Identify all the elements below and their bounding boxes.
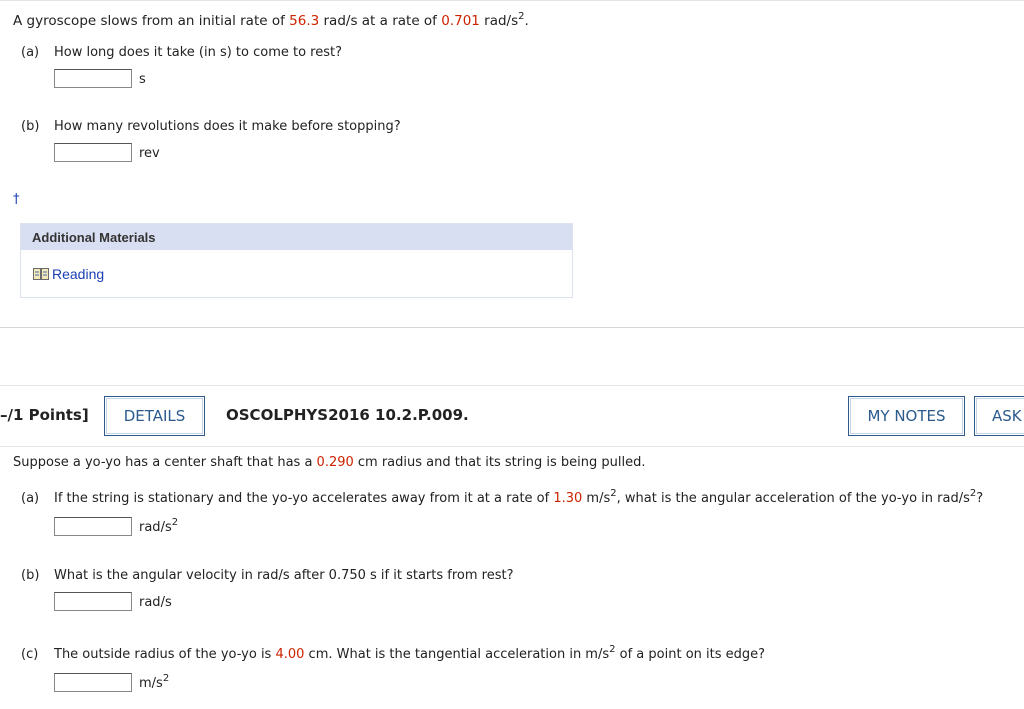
section-divider — [0, 327, 1024, 328]
q1-part-b-unit: rev — [139, 146, 160, 161]
q2-part-c-answer-input[interactable] — [54, 673, 132, 692]
book-icon — [33, 267, 49, 281]
q2-stem-text-end: cm radius and that its string is being p… — [353, 455, 646, 470]
q2-part-a-exponent-1: 2 — [610, 487, 617, 499]
q2-part-c-unit-text: m/s — [139, 676, 163, 691]
q2-part-c-label: (c) — [21, 647, 39, 662]
dagger-mark: † — [13, 192, 20, 207]
details-button[interactable]: DETAILS — [104, 396, 205, 436]
q2-stem-text: Suppose a yo-yo has a center shaft that … — [13, 455, 317, 470]
q1-stem-text-mid: rad/s at a rate of — [319, 13, 442, 29]
reading-link-label: Reading — [52, 266, 105, 282]
ask-button[interactable]: ASK — [974, 396, 1024, 436]
q2-shaft-radius: 0.290 — [316, 455, 354, 470]
q2-part-a-unit-text: rad/s — [139, 520, 172, 535]
q1-decel-rate: 0.701 — [441, 13, 480, 29]
q2-part-a-text: If the string is stationary and the yo-y… — [54, 487, 984, 506]
q2-part-a-unit-inline: m/s — [582, 491, 611, 506]
q1-part-a-label: (a) — [21, 45, 40, 60]
q2-header-bottom-border — [0, 446, 1024, 447]
q2-part-a-answer-input[interactable] — [54, 517, 132, 536]
q2-part-c-text-mid: cm. What is the tangential acceleration … — [304, 647, 610, 662]
q1-part-b-answer-input[interactable] — [54, 143, 132, 162]
q2-part-b-unit: rad/s — [139, 595, 172, 610]
reading-link[interactable]: Reading — [33, 266, 104, 282]
top-border — [0, 0, 1024, 1]
q2-part-b-answer-input[interactable] — [54, 592, 132, 611]
q1-stem-unit: rad/s — [479, 13, 519, 29]
q1-stem: A gyroscope slows from an initial rate o… — [13, 10, 529, 29]
q1-part-a-text: How long does it take (in s) to come to … — [54, 45, 343, 60]
q2-part-c-text: The outside radius of the yo-yo is 4.00 … — [54, 643, 766, 662]
q2-part-c-unit-exponent: 2 — [162, 672, 170, 684]
q2-part-a-unit: rad/s2 — [139, 516, 179, 535]
q2-points: –/1 Points] — [0, 406, 89, 424]
additional-materials-panel: Additional Materials Reading — [20, 223, 573, 298]
q2-part-a-unit-exponent: 2 — [171, 516, 179, 528]
my-notes-button[interactable]: MY NOTES — [848, 396, 965, 436]
q2-stem: Suppose a yo-yo has a center shaft that … — [13, 455, 645, 470]
q2-part-b-label: (b) — [21, 568, 40, 583]
q2-part-a-text-start: If the string is stationary and the yo-y… — [54, 491, 554, 506]
q2-part-c-radius: 4.00 — [275, 647, 305, 662]
q2-part-c-text-end: of a point on its edge? — [615, 647, 766, 662]
q2-part-a-qmark: ? — [976, 491, 984, 506]
q1-part-a-unit: s — [139, 72, 146, 87]
q1-stem-text: A gyroscope slows from an initial rate o… — [13, 13, 290, 29]
q2-header-top-border — [0, 385, 1024, 386]
q2-part-a-exponent-2: 2 — [969, 487, 977, 499]
q2-problem-code: OSCOLPHYS2016 10.2.P.009. — [226, 406, 469, 424]
q2-part-b-text: What is the angular velocity in rad/s af… — [54, 568, 514, 583]
q1-part-b-label: (b) — [21, 119, 40, 134]
q1-stem-exponent: 2 — [518, 10, 525, 22]
q1-part-b-text: How many revolutions does it make before… — [54, 119, 401, 134]
q2-part-c-unit: m/s2 — [139, 672, 170, 691]
q2-part-a-acceleration: 1.30 — [553, 491, 583, 506]
q1-initial-rate: 56.3 — [289, 13, 320, 29]
q1-stem-period: . — [524, 13, 529, 29]
q1-part-a-answer-input[interactable] — [54, 69, 132, 88]
additional-materials-title: Additional Materials — [21, 224, 572, 250]
q2-part-a-text-rest: , what is the angular acceleration of th… — [616, 491, 970, 506]
q2-part-c-exponent: 2 — [609, 643, 616, 655]
q2-part-a-label: (a) — [21, 491, 40, 506]
q2-part-c-text-start: The outside radius of the yo-yo is — [54, 647, 276, 662]
